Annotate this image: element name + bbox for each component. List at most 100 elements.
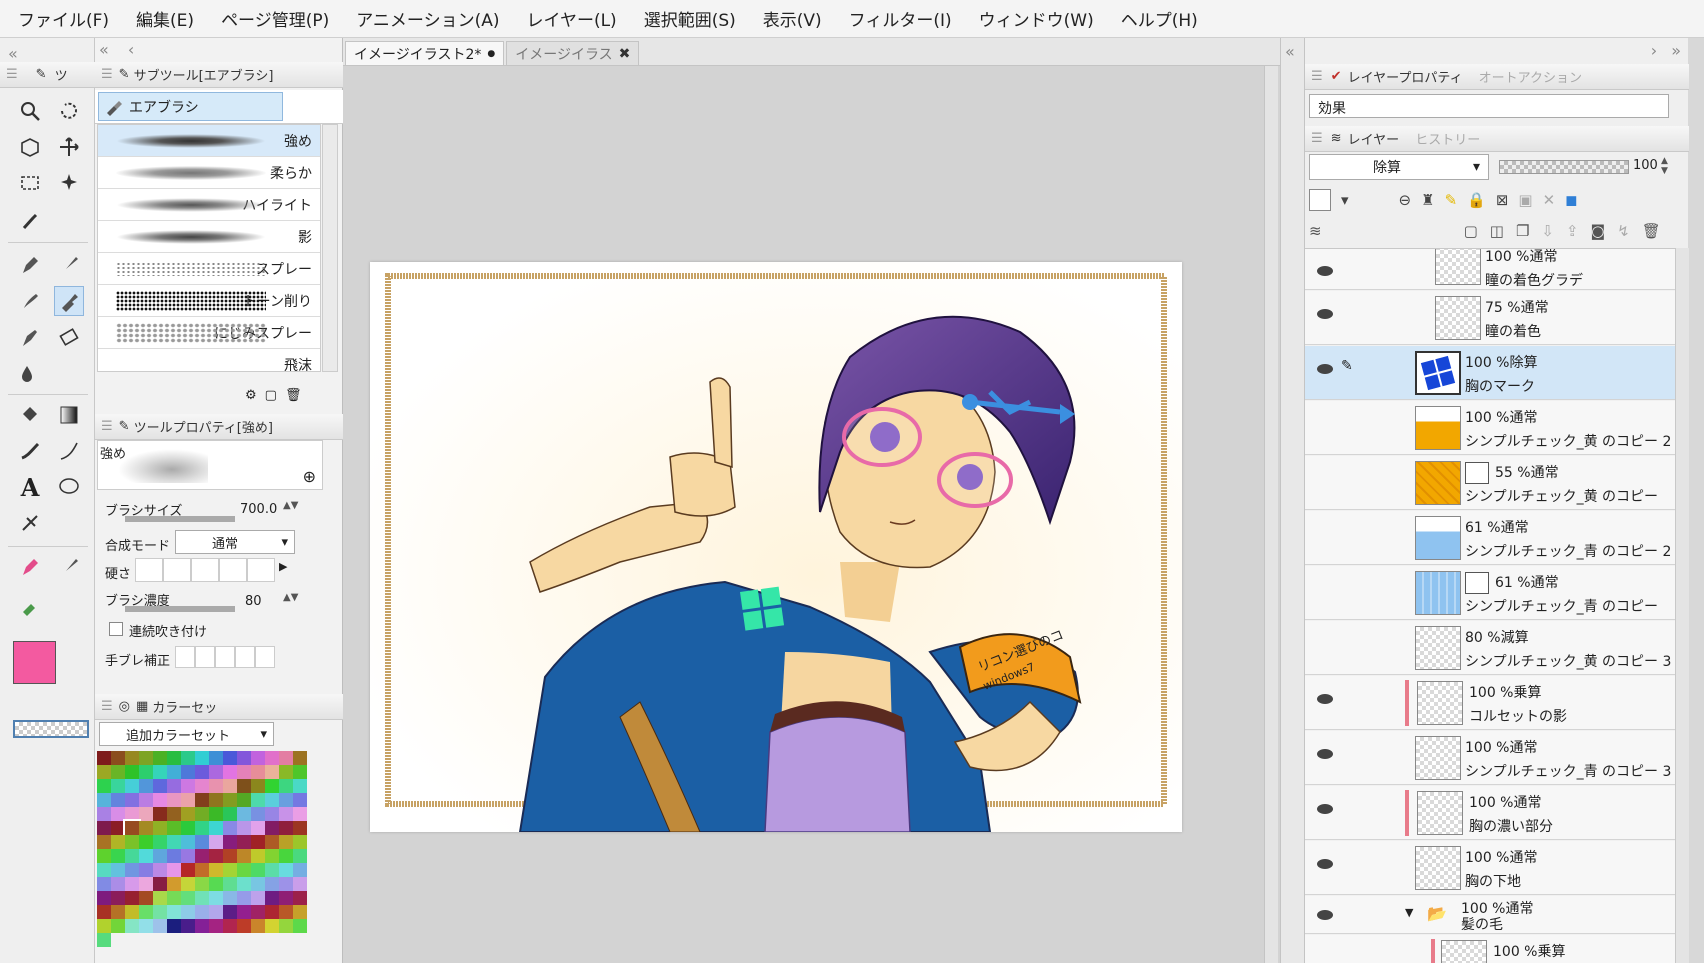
color-swatch[interactable] (195, 891, 209, 905)
color-swatch[interactable] (181, 793, 195, 807)
color-swatch[interactable] (209, 821, 223, 835)
color-swatch[interactable] (153, 905, 167, 919)
density-value[interactable]: 80 (245, 594, 262, 609)
color-swatch[interactable] (125, 765, 139, 779)
double-left-icon[interactable]: « (99, 40, 109, 59)
color-swatch[interactable] (237, 877, 251, 891)
document-tab-1[interactable]: イメージイラスト2* ● (345, 41, 505, 65)
brush-size-slider[interactable] (125, 516, 235, 522)
color-swatch[interactable] (125, 891, 139, 905)
menu-selection[interactable]: 選択範囲(S) (644, 6, 736, 31)
color-swatch[interactable] (167, 793, 181, 807)
brush-size-spinner-icon[interactable]: ▲▼ (283, 500, 298, 511)
color-swatch[interactable] (279, 835, 293, 849)
color-swatch[interactable] (237, 765, 251, 779)
color-swatch[interactable] (251, 765, 265, 779)
eraser-tool[interactable] (54, 322, 84, 352)
layer-row[interactable]: 100 %通常 胸の濃い部分 (1305, 786, 1675, 840)
color-swatch[interactable] (181, 751, 195, 765)
continuous-checkbox[interactable] (109, 622, 123, 636)
color-swatch[interactable] (279, 905, 293, 919)
apply-mask-icon[interactable]: ↯ (1617, 222, 1630, 240)
color-swatch[interactable] (153, 891, 167, 905)
color-swatch[interactable] (237, 919, 251, 933)
layer-row-selected[interactable]: ✎ 100 %除算 胸のマーク (1305, 346, 1675, 400)
color-swatch[interactable] (237, 793, 251, 807)
color-swatch[interactable] (125, 835, 139, 849)
hardness-selector[interactable] (135, 558, 275, 582)
brush-shadow[interactable]: 影 (98, 221, 320, 253)
color-swatch[interactable] (265, 849, 279, 863)
brush-splash[interactable]: 飛沫 (98, 349, 320, 371)
stabilizer-selector[interactable] (175, 646, 275, 668)
quick-brush[interactable] (54, 552, 84, 582)
color-swatch[interactable] (181, 863, 195, 877)
color-swatch[interactable] (237, 751, 251, 765)
document-tab-2[interactable]: イメージイラス ✖ (506, 41, 640, 65)
color-swatch[interactable] (139, 821, 153, 835)
brush-size-value[interactable]: 700.0 (240, 502, 277, 517)
trash-icon[interactable]: 🗑 (285, 388, 302, 403)
color-swatch[interactable] (251, 877, 265, 891)
color-swatch[interactable] (279, 751, 293, 765)
color-swatch[interactable] (195, 807, 209, 821)
color-swatch[interactable] (251, 751, 265, 765)
color-swatch[interactable] (139, 765, 153, 779)
eye-icon[interactable] (1317, 266, 1333, 276)
color-swatch[interactable] (209, 807, 223, 821)
color-wheel-tab-icon[interactable]: ◎ (119, 699, 130, 714)
color-swatch[interactable] (111, 919, 125, 933)
color-swatch[interactable] (209, 793, 223, 807)
color-swatch[interactable] (237, 807, 251, 821)
panel-menu-icon[interactable]: ☰ (1311, 131, 1323, 146)
right-arrow-icon[interactable]: › (1651, 41, 1657, 60)
color-swatch[interactable] (279, 779, 293, 793)
menu-window[interactable]: ウィンドウ(W) (979, 6, 1094, 31)
color-swatch[interactable] (181, 765, 195, 779)
color-swatch[interactable] (111, 877, 125, 891)
tab-layer[interactable]: レイヤー (1348, 129, 1400, 148)
airbrush-tool[interactable] (54, 286, 84, 316)
color-swatch[interactable] (237, 891, 251, 905)
panel-menu-icon[interactable]: ☰ (101, 419, 113, 434)
color-swatch[interactable] (293, 779, 307, 793)
eye-icon[interactable] (1317, 309, 1333, 319)
transparent-color-swatch[interactable] (13, 720, 89, 738)
color-swatch[interactable] (223, 835, 237, 849)
color-swatch[interactable] (209, 751, 223, 765)
color-swatch[interactable] (195, 821, 209, 835)
color-swatch[interactable] (279, 765, 293, 779)
color-swatch[interactable] (97, 821, 111, 835)
color-swatch[interactable] (195, 793, 209, 807)
folder-expand-icon[interactable]: ▼ (1405, 906, 1413, 919)
blend-mode-select[interactable]: 通常 ▾ (175, 530, 295, 554)
color-swatch[interactable] (293, 905, 307, 919)
color-swatch[interactable] (279, 891, 293, 905)
opacity-spinner-icon[interactable]: ▲ ▼ (1661, 156, 1668, 176)
color-swatch[interactable] (167, 765, 181, 779)
color-swatch[interactable] (167, 849, 181, 863)
layer-row[interactable]: 100 %通常 シンプルチェック_黄 のコピー 2 (1305, 401, 1675, 455)
mask-icon[interactable]: ▣ (1518, 191, 1532, 209)
density-spinner-icon[interactable]: ▲▼ (283, 592, 298, 603)
zoom-tool[interactable] (15, 96, 45, 126)
text-tool[interactable]: A (15, 472, 45, 502)
layer-list-scrollbar[interactable] (1675, 248, 1689, 963)
color-swatch[interactable] (167, 919, 181, 933)
brush-tool[interactable] (15, 286, 45, 316)
eye-icon[interactable] (1317, 910, 1333, 920)
double-right-icon[interactable]: » (1671, 41, 1681, 60)
color-swatch[interactable] (293, 863, 307, 877)
color-swatch[interactable] (111, 751, 125, 765)
eye-icon[interactable] (1317, 694, 1333, 704)
left-arrow-icon[interactable]: ‹ (128, 40, 134, 59)
quick-airbrush[interactable] (15, 590, 45, 620)
color-swatch[interactable] (153, 849, 167, 863)
color-swatch[interactable] (111, 807, 125, 821)
color-swatch[interactable] (111, 779, 125, 793)
lock-transparent-icon[interactable]: ⊠ (1496, 191, 1509, 209)
move-tool[interactable] (54, 132, 84, 162)
color-swatch[interactable] (97, 919, 111, 933)
layer-opacity-slider[interactable] (1499, 160, 1629, 174)
color-swatch[interactable] (125, 905, 139, 919)
